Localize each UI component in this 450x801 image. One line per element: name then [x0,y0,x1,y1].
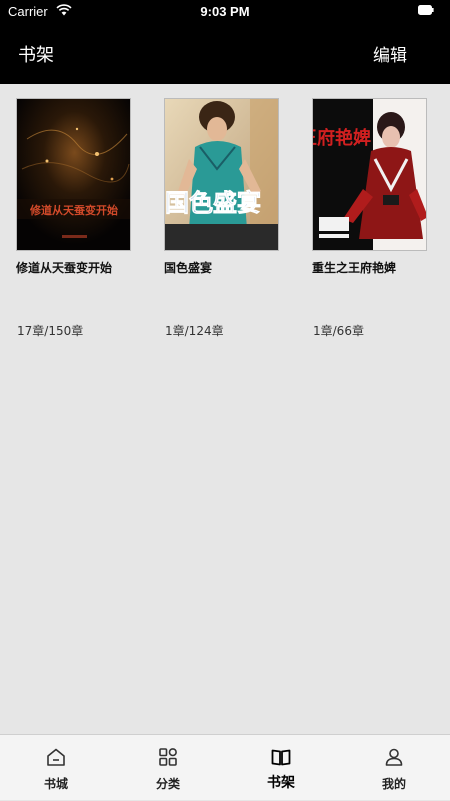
book-progress: 1章/66章 [313,324,364,338]
book-title: 修道从天蚕变开始 [16,261,113,275]
book-cover[interactable]: 修道从天蚕变开始 [16,98,131,251]
cover-title-text: 王府艳婢 [313,127,371,149]
cover-title-text: 国色盛宴 [165,188,261,217]
home-icon [47,748,65,766]
book-item[interactable]: 修道从天蚕变开始 修道从天蚕变开始 17章/150章 [16,98,134,338]
tab-bookstore[interactable]: 书城 [0,735,112,801]
book-progress: 17章/150章 [17,324,84,338]
user-icon [385,748,403,766]
tab-bookshelf[interactable]: 书架 [225,735,337,801]
woman-teal-dress-cover-icon: 国色盛宴 [165,99,278,250]
tab-category[interactable]: 分类 [112,735,224,801]
clock: 9:03 PM [200,4,250,19]
red-robe-woman-cover-icon: 王府艳婢 [313,99,426,250]
dark-fiery-cover-icon: 修道从天蚕变开始 [17,99,130,250]
edit-button[interactable]: 编辑 [373,41,407,66]
page-title: 书架 [18,45,54,66]
tab-label: 书城 [43,777,68,791]
book-title: 国色盛宴 [164,261,213,275]
tab-label: 分类 [155,777,180,791]
tab-label: 我的 [381,777,406,791]
tab-bar: 书城 分类 书架 我的 [0,734,450,800]
grid-icon [159,748,177,766]
nav-bar: 书架 编辑 [0,22,450,84]
battery-icon [418,5,434,15]
bookshelf-grid: 修道从天蚕变开始 修道从天蚕变开始 17章/150章 国色盛宴 国色盛宴 1章/… [0,84,450,734]
book-item[interactable]: 王府艳婢 重生之王府艳婢 1章/66章 [312,98,430,338]
tab-profile[interactable]: 我的 [338,735,450,801]
book-title: 重生之王府艳婢 [312,261,397,275]
status-bar: Carrier 9:03 PM [0,0,450,22]
book-progress: 1章/124章 [165,324,224,338]
book-item[interactable]: 国色盛宴 国色盛宴 1章/124章 [164,98,282,338]
book-cover[interactable]: 国色盛宴 [164,98,279,251]
cover-title-text: 修道从天蚕变开始 [29,203,118,217]
book-icon [271,749,291,766]
tab-label: 书架 [267,775,295,791]
book-cover[interactable]: 王府艳婢 [312,98,427,251]
